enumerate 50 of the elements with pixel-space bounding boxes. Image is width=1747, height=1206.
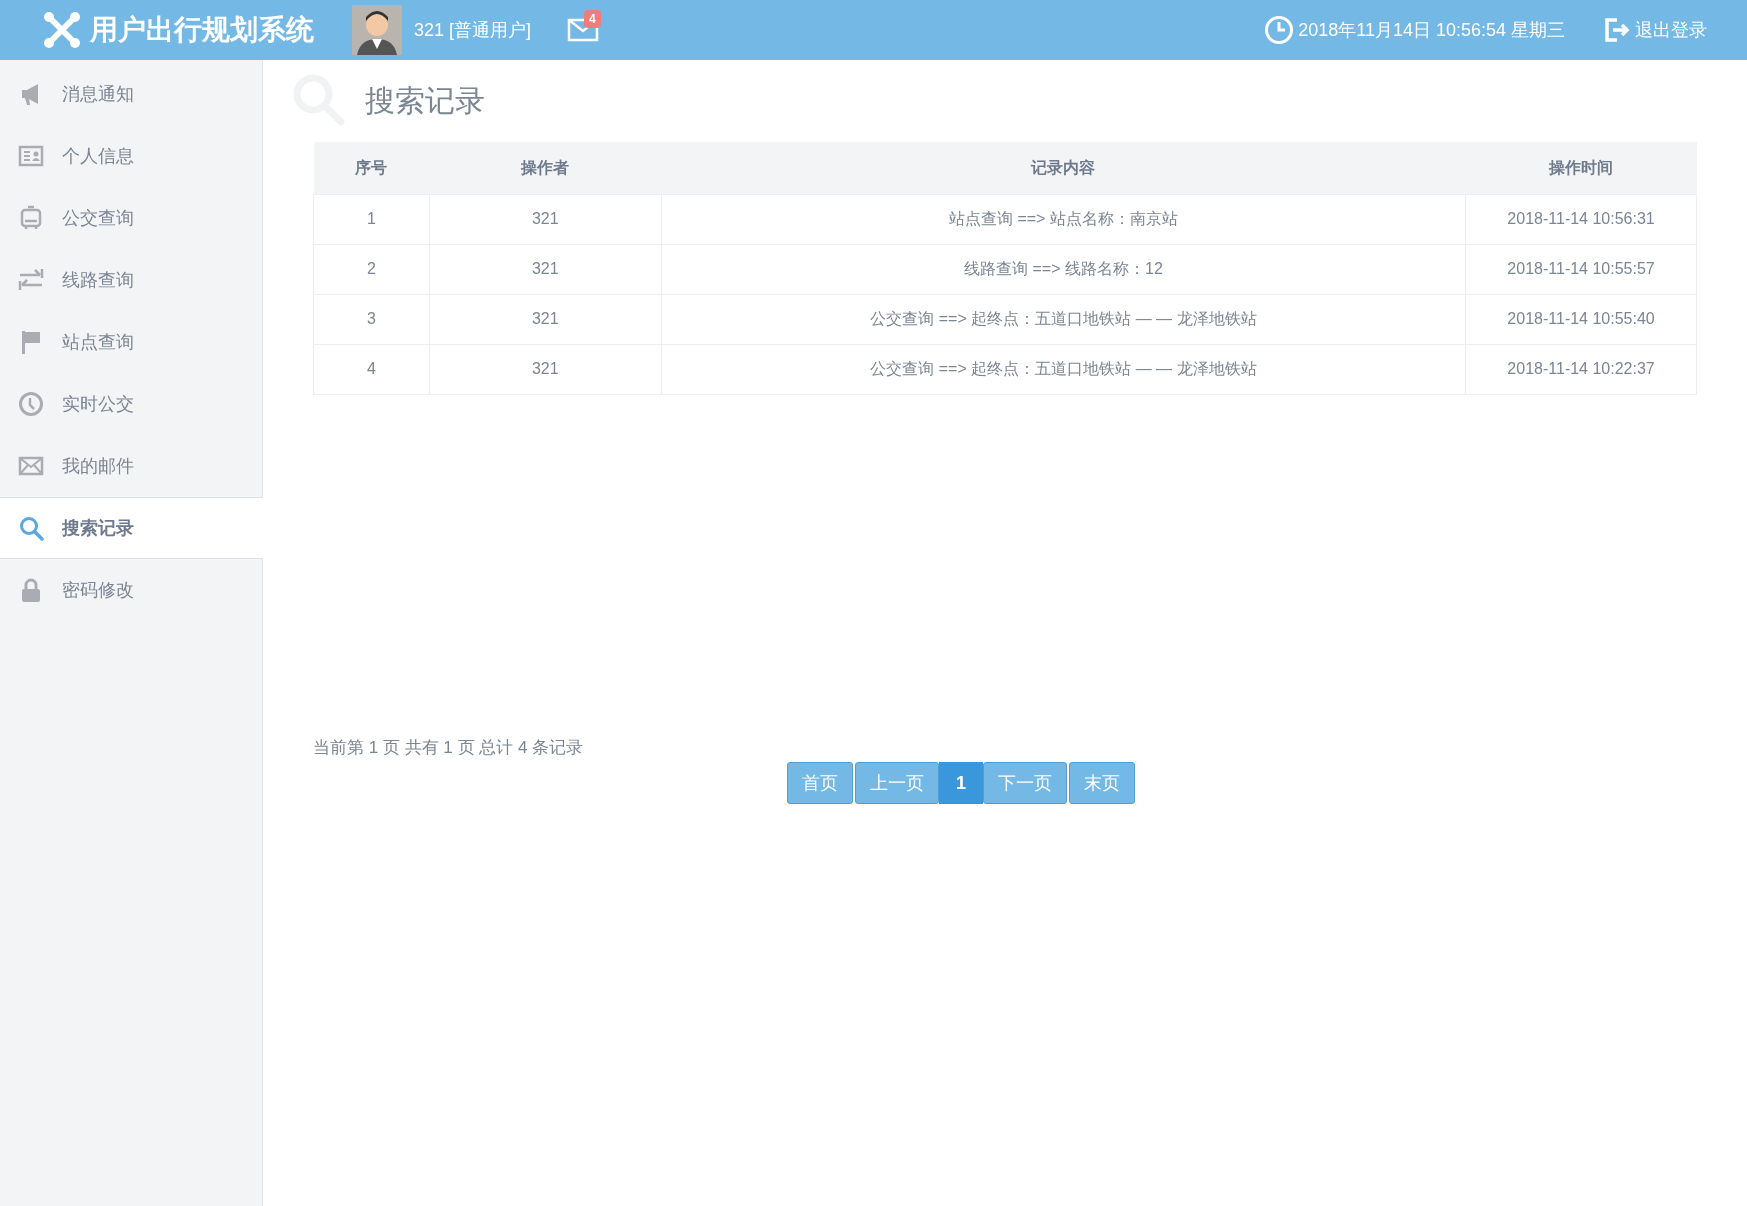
column-header: 操作时间 xyxy=(1465,142,1697,194)
sidebar-item[interactable]: 消息通知 xyxy=(0,63,262,125)
avatar-icon xyxy=(352,5,402,55)
sidebar-item[interactable]: 线路查询 xyxy=(0,249,262,311)
search-icon xyxy=(18,515,44,541)
sidebar-item[interactable]: 公交查询 xyxy=(0,187,262,249)
table-cell: 3 xyxy=(313,294,430,344)
page-title: 搜索记录 xyxy=(365,82,485,119)
sidebar-item[interactable]: 搜索记录 xyxy=(0,497,263,559)
mail-count-badge: 4 xyxy=(584,10,601,28)
table-cell: 站点查询 ==> 站点名称：南京站 xyxy=(661,194,1466,244)
table-cell: 2018-11-14 10:22:37 xyxy=(1465,344,1697,394)
app-title: 用户出行规划系统 xyxy=(90,13,314,47)
page-button[interactable]: 上一页 xyxy=(855,762,939,804)
table-cell: 321 xyxy=(429,344,662,394)
table-cell: 线路查询 ==> 线路名称：12 xyxy=(661,244,1466,294)
sidebar-item[interactable]: 实时公交 xyxy=(0,373,262,435)
table-cell: 2018-11-14 10:55:57 xyxy=(1465,244,1697,294)
column-header: 记录内容 xyxy=(661,142,1466,194)
table-cell: 321 xyxy=(429,194,662,244)
table-cell: 1 xyxy=(313,194,430,244)
page-button[interactable]: 末页 xyxy=(1069,762,1135,804)
logo-icon xyxy=(42,10,82,50)
page-button[interactable]: 下一页 xyxy=(983,762,1067,804)
column-header: 操作者 xyxy=(429,142,662,194)
table-cell: 4 xyxy=(313,344,430,394)
logout-link[interactable]: 退出登录 xyxy=(1603,16,1707,44)
bus-icon xyxy=(18,205,44,231)
table-cell: 公交查询 ==> 起终点：五道口地铁站 — — 龙泽地铁站 xyxy=(661,344,1466,394)
sidebar-item[interactable]: 个人信息 xyxy=(0,125,262,187)
page-button[interactable]: 1 xyxy=(939,762,983,804)
table-cell: 321 xyxy=(429,244,662,294)
pagination-summary: 当前第 1 页 共有 1 页 总计 4 条记录 xyxy=(313,736,585,759)
table-cell: 公交查询 ==> 起终点：五道口地铁站 — — 龙泽地铁站 xyxy=(661,294,1466,344)
logout-icon xyxy=(1603,16,1631,44)
sidebar-item[interactable]: 我的邮件 xyxy=(0,435,262,497)
table-cell: 2 xyxy=(313,244,430,294)
table-cell: 2018-11-14 10:55:40 xyxy=(1465,294,1697,344)
page-button[interactable]: 首页 xyxy=(787,762,853,804)
table-cell: 2018-11-14 10:56:31 xyxy=(1465,194,1697,244)
id-card-icon xyxy=(18,143,44,169)
swap-arrows-icon xyxy=(18,267,44,293)
column-header: 序号 xyxy=(313,142,430,194)
sidebar-item[interactable]: 密码修改 xyxy=(0,559,262,621)
date-time: 2018年11月14日 10:56:54 星期三 xyxy=(1298,18,1565,42)
user-name: 321 [普通用户] xyxy=(414,18,532,42)
table-cell: 321 xyxy=(429,294,662,344)
sidebar-item[interactable]: 站点查询 xyxy=(0,311,262,373)
clock-icon xyxy=(1264,15,1295,45)
clock-icon xyxy=(18,391,44,417)
